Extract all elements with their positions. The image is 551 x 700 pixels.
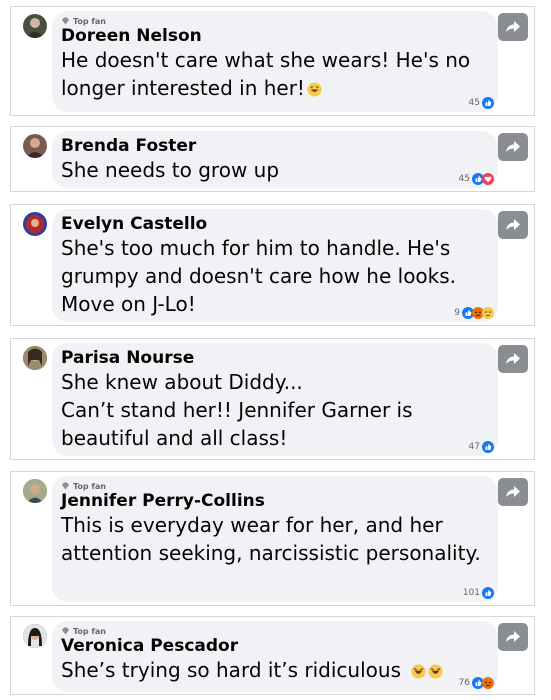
comment-card: Top fan Jennifer Perry-Collins This is e… <box>10 471 535 606</box>
reaction-count: 45 <box>458 174 470 184</box>
share-button[interactable] <box>498 345 528 373</box>
comment-line: She’s trying so hard it’s ridiculous <box>61 658 401 682</box>
thinking-reaction-icon <box>482 307 494 319</box>
top-fan-badge: Top fan <box>61 626 488 636</box>
avatar[interactable] <box>23 479 47 503</box>
share-arrow-icon <box>506 141 520 152</box>
reaction-summary[interactable]: 45 <box>469 97 494 109</box>
comment-text: He doesn't care what she wears! He's no … <box>61 46 488 104</box>
share-arrow-icon <box>506 353 520 364</box>
comment-bubble: Top fan Veronica Pescador She’s trying s… <box>52 621 498 692</box>
diamond-icon <box>62 17 69 25</box>
comment-bubble: Brenda Foster She needs to grow up 45 <box>52 131 498 188</box>
reaction-count: 47 <box>468 442 480 452</box>
avatar[interactable] <box>23 134 47 158</box>
reaction-count: 9 <box>454 308 460 318</box>
share-arrow-icon <box>506 631 520 642</box>
commenter-name[interactable]: Doreen Nelson <box>61 26 488 46</box>
avatar[interactable] <box>23 624 47 648</box>
commenter-name[interactable]: Jennifer Perry-Collins <box>61 491 488 511</box>
comment-line: This is everyday wear for her, and her a… <box>61 513 481 565</box>
avatar[interactable] <box>23 14 47 38</box>
commenter-name[interactable]: Parisa Nourse <box>61 348 488 368</box>
comment-text: This is everyday wear for her, and her a… <box>61 511 488 567</box>
share-button[interactable] <box>498 211 528 239</box>
share-button[interactable] <box>498 133 528 161</box>
reaction-summary[interactable]: 47 <box>469 441 494 453</box>
comment-card: Top fan Veronica Pescador She’s trying s… <box>10 616 535 695</box>
comment-text: She's too much for him to handle. He's g… <box>61 234 488 318</box>
top-fan-badge: Top fan <box>61 16 488 26</box>
comment-line: Can’t stand her!! Jennifer Garner is bea… <box>61 398 413 450</box>
rofl-emoji-icon <box>428 658 443 686</box>
comment-card: Top fan Doreen Nelson He doesn't care wh… <box>10 6 535 116</box>
commenter-name[interactable]: Evelyn Castello <box>61 214 488 234</box>
comment-text: She knew about Diddy... Can’t stand her!… <box>61 368 488 452</box>
reaction-summary[interactable]: 101 <box>463 587 494 599</box>
comment-card: Evelyn Castello She's too much for him t… <box>10 204 535 326</box>
comment-bubble: Top fan Jennifer Perry-Collins This is e… <box>52 476 498 602</box>
reaction-count: 101 <box>462 588 480 598</box>
share-button[interactable] <box>498 13 528 41</box>
comment-bubble: Evelyn Castello She's too much for him t… <box>52 209 498 322</box>
rofl-emoji-icon <box>411 658 426 686</box>
share-button[interactable] <box>498 623 528 651</box>
like-reaction-icon <box>482 587 494 599</box>
comment-line: He doesn't care what she wears! He's no … <box>61 48 471 100</box>
angry-reaction-icon <box>482 677 494 689</box>
comment-text: She’s trying so hard it’s ridiculous <box>61 656 488 686</box>
love-reaction-icon <box>482 173 494 185</box>
reaction-summary[interactable]: 76 <box>459 677 494 689</box>
comment-bubble: Top fan Doreen Nelson He doesn't care wh… <box>52 11 498 112</box>
comment-card: Brenda Foster She needs to grow up 45 <box>10 126 535 192</box>
share-arrow-icon <box>506 486 520 497</box>
reaction-summary[interactable]: 9 <box>454 307 494 319</box>
commenter-name[interactable]: Veronica Pescador <box>61 636 488 656</box>
top-fan-label: Top fan <box>73 481 106 491</box>
diamond-icon <box>62 482 69 490</box>
share-arrow-icon <box>506 21 520 32</box>
diamond-icon <box>62 627 69 635</box>
commenter-name[interactable]: Brenda Foster <box>61 136 488 156</box>
share-arrow-icon <box>506 219 520 230</box>
laughing-emoji-icon <box>307 76 322 104</box>
reaction-count: 45 <box>468 98 480 108</box>
comment-bubble: Parisa Nourse She knew about Diddy... Ca… <box>52 343 498 456</box>
share-button[interactable] <box>498 478 528 506</box>
reaction-summary[interactable]: 45 <box>459 173 494 185</box>
comment-text: She needs to grow up <box>61 156 488 184</box>
comment-line: She's too much for him to handle. He's g… <box>61 236 457 316</box>
like-reaction-icon <box>482 97 494 109</box>
top-fan-label: Top fan <box>73 626 106 636</box>
reaction-count: 76 <box>458 678 470 688</box>
top-fan-badge: Top fan <box>61 481 488 491</box>
comment-line: She knew about Diddy... <box>61 370 303 394</box>
like-reaction-icon <box>482 441 494 453</box>
avatar[interactable] <box>23 212 47 236</box>
top-fan-label: Top fan <box>73 16 106 26</box>
comment-line: She needs to grow up <box>61 158 280 182</box>
avatar[interactable] <box>23 346 47 370</box>
comment-card: Parisa Nourse She knew about Diddy... Ca… <box>10 338 535 460</box>
